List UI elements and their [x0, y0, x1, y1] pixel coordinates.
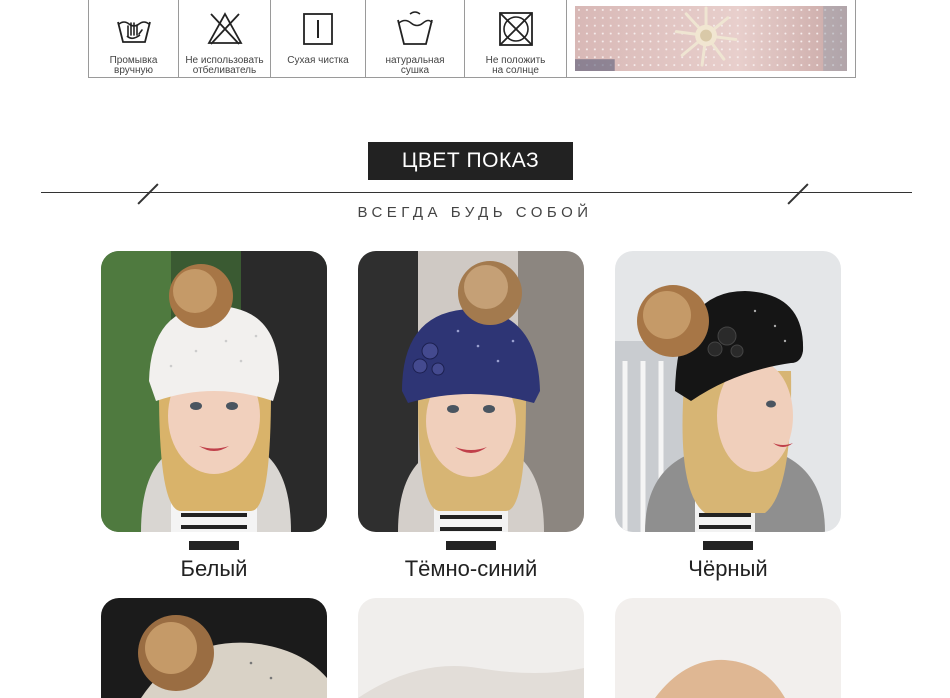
care-instructions-strip: Промывка вручную Не использовать отбелив…	[88, 0, 856, 78]
embroidery-closeup-photo	[567, 0, 855, 77]
no-bleach-icon	[206, 12, 243, 45]
no-sun-icon	[498, 12, 533, 46]
care-label: Промывка вручную	[109, 55, 158, 76]
section-tagline: ВСЕГДА БУДЬ СОБОЙ	[357, 204, 593, 221]
product-card-grey[interactable]	[358, 598, 584, 698]
divider-slash-right	[787, 183, 809, 205]
care-label: Не использовать отбеливатель	[185, 55, 264, 76]
care-label: Не положить на солнце	[485, 55, 546, 76]
care-item-dry-clean: Сухая чистка	[271, 0, 366, 77]
color-bar-navy	[446, 541, 496, 550]
color-label-navy[interactable]: Тёмно-синий	[358, 556, 584, 582]
white-hat-photo	[101, 251, 327, 532]
color-bar-white	[189, 541, 239, 550]
natural-dry-icon	[397, 11, 433, 45]
black-hat-photo	[615, 251, 841, 532]
color-label-black[interactable]: Чёрный	[615, 556, 841, 582]
grey-hat-photo	[358, 598, 584, 698]
product-card-white[interactable]	[101, 251, 327, 532]
color-label-white[interactable]: Белый	[101, 556, 327, 582]
color-bar-black	[703, 541, 753, 550]
hand-wash-icon	[116, 21, 151, 43]
care-item-no-sun: Не положить на солнце	[465, 0, 567, 77]
care-item-no-bleach: Не использовать отбеливатель	[179, 0, 271, 77]
section-title: ЦВЕТ ПОКАЗ	[368, 142, 573, 180]
dry-clean-icon	[303, 13, 333, 45]
product-card-black[interactable]	[615, 251, 841, 532]
section-divider	[41, 192, 912, 193]
product-card-beige[interactable]	[101, 598, 327, 698]
navy-hat-photo	[358, 251, 584, 532]
care-label: натуральная сушка	[385, 55, 445, 76]
care-item-natural-dry: натуральная сушка	[366, 0, 465, 77]
care-item-hand-wash: Промывка вручную	[89, 0, 179, 77]
product-card-pink[interactable]	[615, 598, 841, 698]
product-card-navy[interactable]	[358, 251, 584, 532]
care-label: Сухая чистка	[287, 55, 349, 66]
divider-slash-left	[137, 183, 159, 205]
beige-hat-photo	[101, 598, 327, 698]
embroidery-image	[575, 6, 847, 71]
pink-hat-photo	[615, 598, 841, 698]
